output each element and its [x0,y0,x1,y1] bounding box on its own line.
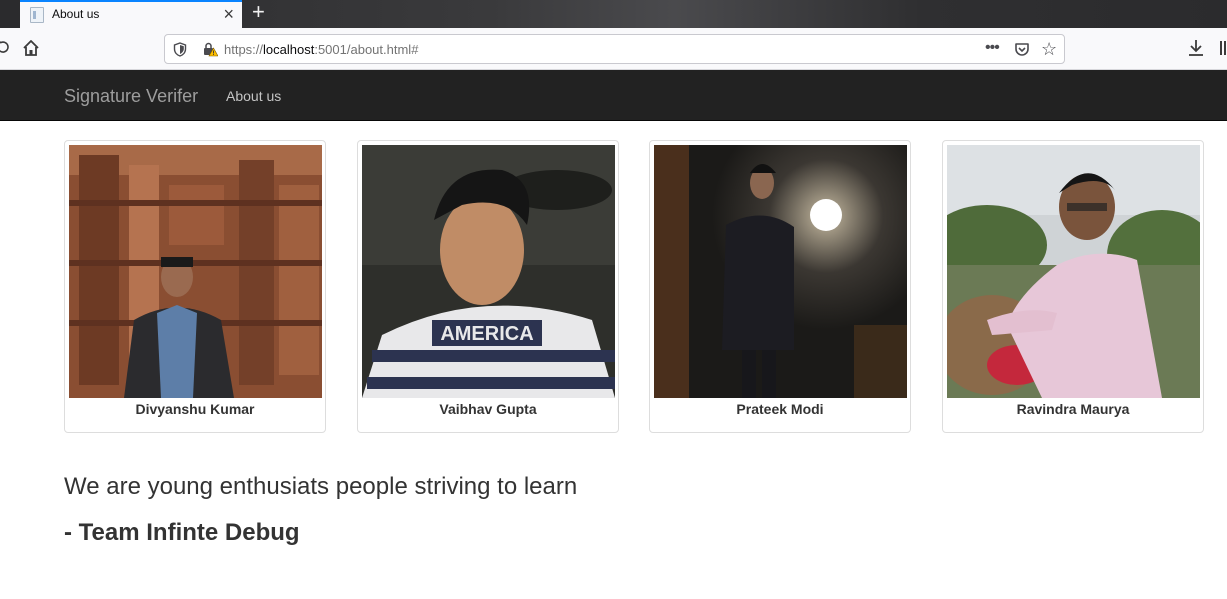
team-card: Prateek Modi [649,140,911,433]
team-card: AMERICA Vaibhav Gupta [357,140,619,433]
team-photo [947,145,1200,398]
team-photo [654,145,907,398]
team-card: Ravindra Maurya [942,140,1204,433]
url-path: :5001/about.html# [314,42,419,57]
person-name: Vaibhav Gupta [439,401,537,417]
url-scheme: https:// [224,42,264,57]
site-navbar: Signature Verifer About us [0,70,1227,121]
tab-close-icon[interactable]: × [223,4,234,24]
page-actions-more-icon[interactable]: ••• [985,39,1000,57]
svg-text:AMERICA: AMERICA [440,323,533,345]
url-text[interactable]: https://localhost:5001/about.html# [224,42,418,57]
tracking-shield-icon[interactable] [173,42,187,57]
pocket-icon[interactable] [1014,42,1030,57]
url-bar[interactable]: https://localhost:5001/about.html# ••• ☆ [164,34,1065,64]
tab-title: About us [52,7,100,21]
person-name: Prateek Modi [736,401,824,417]
team-tagline: We are young enthusiats people striving … [64,473,578,500]
team-card: Divyanshu Kumar [64,140,326,433]
brand-link[interactable]: Signature Verifer [64,86,198,107]
url-host: localhost [263,42,315,57]
new-tab-button[interactable]: + [252,0,272,26]
tab-about-us[interactable]: About us × [20,0,242,28]
tab-strip-edge [0,0,20,28]
download-icon[interactable] [1188,39,1204,57]
bookmark-star-icon[interactable]: ☆ [1041,39,1057,59]
browser-toolbar: https://localhost:5001/about.html# ••• ☆ [0,28,1227,70]
nav-link-about-us[interactable]: About us [226,88,281,104]
tab-strip: About us × + [0,0,1227,28]
team-signature: - Team Infinte Debug [64,519,300,546]
home-icon[interactable] [22,39,40,57]
person-name: Divyanshu Kumar [135,401,255,417]
reload-icon[interactable] [0,39,10,55]
lock-warning-icon[interactable] [202,41,218,57]
team-photo: AMERICA [362,145,615,398]
team-photo [69,145,322,398]
person-name: Ravindra Maurya [1016,401,1130,417]
library-icon[interactable] [1220,40,1227,56]
page-favicon-icon [30,7,44,23]
